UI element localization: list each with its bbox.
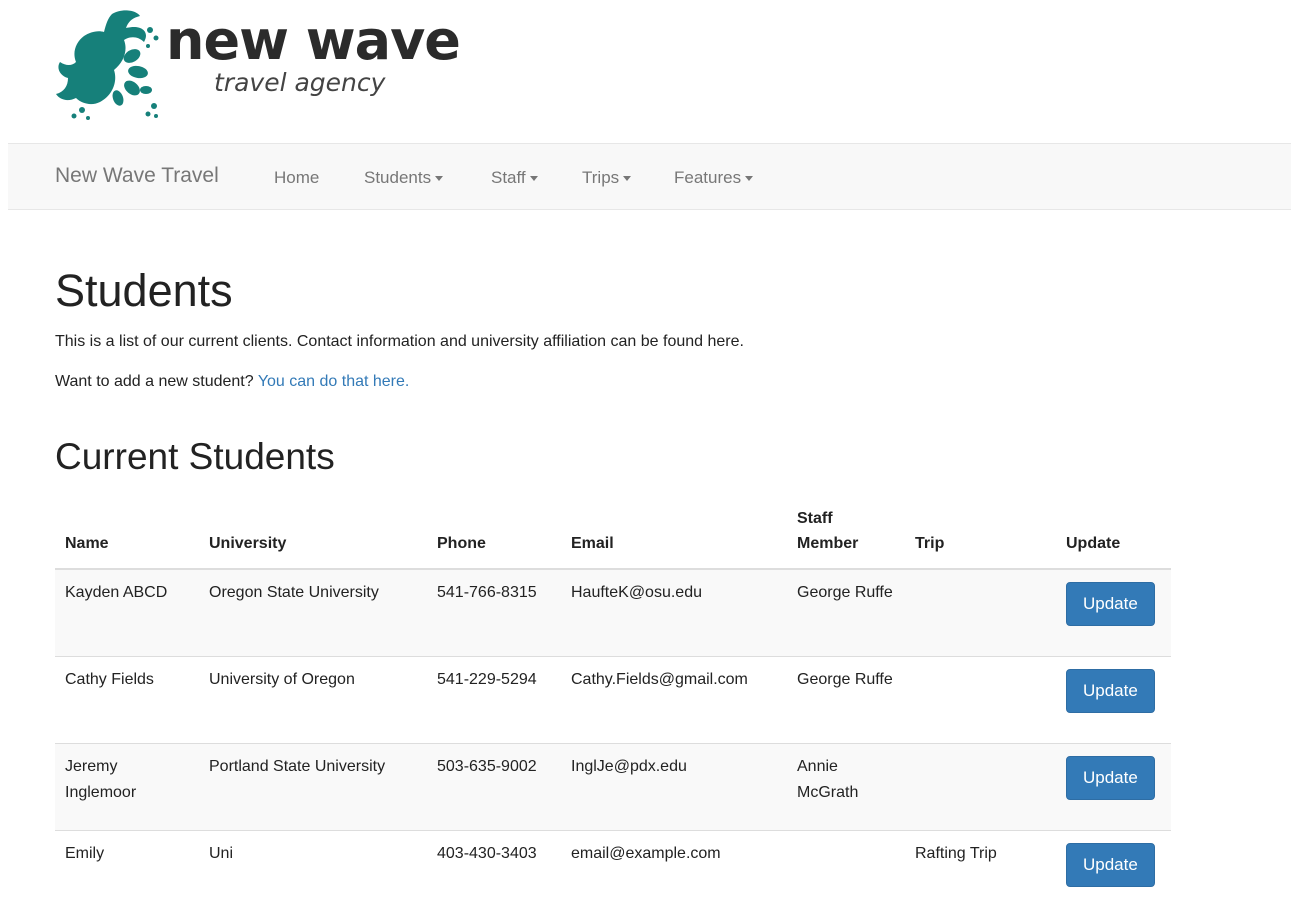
cell-staff: Annie McGrath xyxy=(787,742,905,830)
cell-email: Cathy.Fields@gmail.com xyxy=(561,655,787,743)
add-student-line: Want to add a new student? You can do th… xyxy=(55,373,409,391)
column-header-email: Email xyxy=(561,502,787,570)
cell-name: Kayden ABCD xyxy=(55,568,199,656)
nav-item-label: Staff xyxy=(491,168,526,187)
nav-item-staff[interactable]: Staff xyxy=(491,168,538,188)
cell-email: HaufteK@osu.edu xyxy=(561,568,787,656)
nav-item-features[interactable]: Features xyxy=(674,168,754,188)
cell-trip xyxy=(905,655,1056,743)
cell-staff: George Ruffe xyxy=(787,568,905,656)
cell-email: InglJe@pdx.edu xyxy=(561,742,787,830)
cell-trip: Rafting Trip xyxy=(905,829,1056,917)
column-header-name: Name xyxy=(55,502,199,570)
column-header-update: Update xyxy=(1056,502,1171,570)
caret-down-icon xyxy=(435,176,444,182)
site-header: new wave travel agency xyxy=(0,0,1291,143)
page-intro: This is a list of our current clients. C… xyxy=(55,333,744,350)
section-title: Current Students xyxy=(55,436,335,477)
nav-item-label: Features xyxy=(674,168,742,187)
table-row: Cathy Fields University of Oregon 541-22… xyxy=(55,655,1171,743)
cell-university: University of Oregon xyxy=(199,655,427,743)
cell-name: Emily xyxy=(55,829,199,917)
column-header-phone: Phone xyxy=(427,502,561,570)
dove-logo-icon xyxy=(56,10,159,120)
update-button[interactable]: Update xyxy=(1066,582,1155,626)
cell-update: Update xyxy=(1056,829,1171,917)
nav-item-trips[interactable]: Trips xyxy=(582,168,632,188)
cell-phone: 541-229-5294 xyxy=(427,655,561,743)
nav-item-label: Students xyxy=(364,168,432,187)
cell-trip xyxy=(905,568,1056,656)
cell-staff xyxy=(787,829,905,917)
table-row: Kayden ABCD Oregon State University 541-… xyxy=(55,568,1171,656)
cell-name: Cathy Fields xyxy=(55,655,199,743)
cell-university: Oregon State University xyxy=(199,568,427,656)
nav-item-home[interactable]: Home xyxy=(274,168,319,188)
nav-item-students[interactable]: Students xyxy=(364,168,444,188)
cell-update: Update xyxy=(1056,655,1171,743)
cell-name: Jeremy Inglemoor xyxy=(55,742,199,830)
students-table: Name University Phone Email Staff Member… xyxy=(55,502,1171,917)
nav-item-label: Home xyxy=(274,168,320,187)
cell-phone: 541-766-8315 xyxy=(427,568,561,656)
page-title: Students xyxy=(55,265,233,316)
column-header-staff-member: Staff Member xyxy=(787,502,905,570)
nav-item-label: Trips xyxy=(582,168,620,187)
table-row: Jeremy Inglemoor Portland State Universi… xyxy=(55,742,1171,830)
cell-trip xyxy=(905,742,1056,830)
cell-university: Uni xyxy=(199,829,427,917)
top-navbar: New Wave Travel Home Students Staff Trip… xyxy=(8,143,1291,210)
caret-down-icon xyxy=(529,176,538,182)
cell-email: email@example.com xyxy=(561,829,787,917)
logo-title: new wave xyxy=(166,9,461,72)
caret-down-icon xyxy=(623,176,632,182)
cell-update: Update xyxy=(1056,568,1171,656)
cell-phone: 403-430-3403 xyxy=(427,829,561,917)
navbar-brand[interactable]: New Wave Travel xyxy=(55,164,219,188)
table-header-row: Name University Phone Email Staff Member… xyxy=(55,502,1171,570)
add-student-prompt: Want to add a new student? xyxy=(55,373,254,390)
column-header-university: University xyxy=(199,502,427,570)
caret-down-icon xyxy=(745,176,754,182)
add-student-link[interactable]: You can do that here. xyxy=(258,373,410,390)
table-row: Emily Uni 403-430-3403 email@example.com… xyxy=(55,829,1171,917)
update-button[interactable]: Update xyxy=(1066,668,1155,713)
update-button[interactable]: Update xyxy=(1066,755,1155,800)
column-header-trip: Trip xyxy=(905,502,1056,570)
logo-subtitle: travel agency xyxy=(214,68,386,97)
update-button[interactable]: Update xyxy=(1066,842,1155,887)
cell-phone: 503-635-9002 xyxy=(427,742,561,830)
cell-university: Portland State University xyxy=(199,742,427,830)
cell-staff: George Ruffe xyxy=(787,655,905,743)
cell-update: Update xyxy=(1056,742,1171,830)
